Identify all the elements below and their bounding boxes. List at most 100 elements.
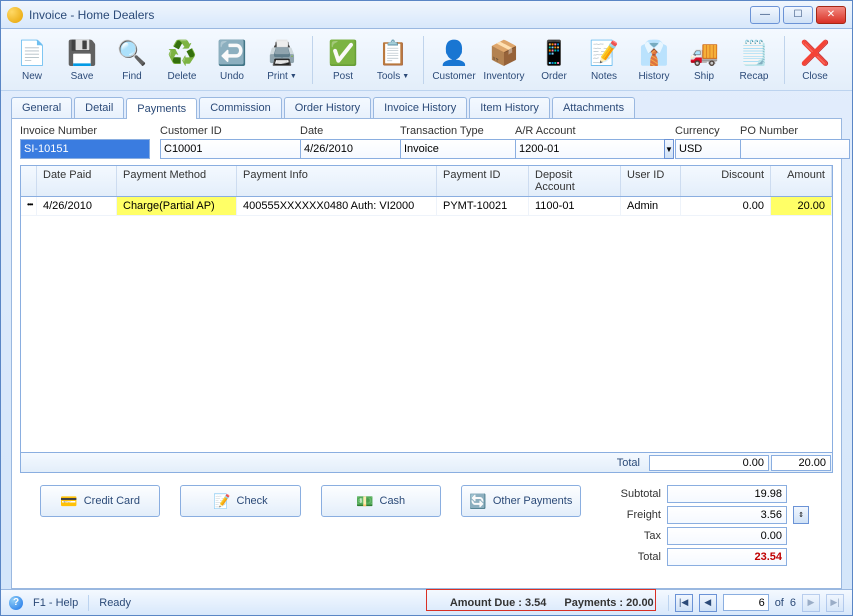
row-selector[interactable]: ••• [21, 197, 37, 215]
tax-value: 0.00 [667, 527, 787, 545]
subtotal-value: 19.98 [667, 485, 787, 503]
invoice-number-input[interactable] [20, 139, 150, 159]
nav-next-button[interactable]: ▶ [802, 594, 820, 612]
total-label: Total [609, 457, 648, 469]
tab-payments[interactable]: Payments [126, 98, 197, 119]
status-bar: ? F1 - Help Ready Amount Due : 3.54 Paym… [1, 589, 852, 615]
customer-button[interactable]: 👤Customer [431, 32, 477, 88]
total-pages: 6 [790, 597, 796, 609]
col-payment-method[interactable]: Payment Method [117, 166, 237, 196]
save-button[interactable]: 💾Save [59, 32, 105, 88]
table-row[interactable]: ••• 4/26/2010 Charge(Partial AP) 400555X… [21, 197, 832, 216]
titlebar: Invoice - Home Dealers — ☐ ✕ [1, 1, 852, 29]
tab-detail[interactable]: Detail [74, 97, 124, 118]
toolbar-separator [423, 36, 424, 84]
history-icon: 👔 [638, 37, 670, 69]
toolbar-separator [312, 36, 313, 84]
cell-user-id: Admin [621, 197, 681, 215]
minimize-button[interactable]: — [750, 6, 780, 24]
po-number-input[interactable] [740, 139, 850, 159]
recap-button[interactable]: 🗒️Recap [731, 32, 777, 88]
status-separator [668, 595, 669, 611]
total-value: 23.54 [667, 548, 787, 566]
ar-account-dropdown[interactable]: ▼ [664, 139, 674, 159]
page-input[interactable] [723, 594, 769, 611]
transaction-type-label: Transaction Type [400, 125, 505, 137]
cell-amount: 20.00 [771, 197, 832, 215]
help-text[interactable]: F1 - Help [33, 597, 78, 609]
undo-icon: ↩️ [216, 37, 248, 69]
inventory-button[interactable]: 📦Inventory [481, 32, 527, 88]
total-label: Total [601, 551, 661, 563]
ship-icon: 🚚 [688, 37, 720, 69]
other-payments-button[interactable]: 🔄Other Payments [461, 485, 581, 517]
cell-payment-id: PYMT-10021 [437, 197, 529, 215]
grid-footer: Total 0.00 20.00 [21, 452, 832, 472]
col-payment-id[interactable]: Payment ID [437, 166, 529, 196]
nav-first-button[interactable]: |◀ [675, 594, 693, 612]
col-amount[interactable]: Amount [771, 166, 832, 196]
toolbar-separator [784, 36, 785, 84]
credit-card-icon: 💳 [60, 493, 77, 510]
date-label: Date [300, 125, 390, 137]
cell-discount: 0.00 [681, 197, 771, 215]
close-window-button[interactable]: ✕ [816, 6, 846, 24]
total-discount: 0.00 [649, 455, 769, 471]
customer-id-input[interactable] [160, 139, 309, 159]
tab-attachments[interactable]: Attachments [552, 97, 635, 118]
check-icon: 📝 [213, 493, 230, 510]
ar-account-input[interactable] [515, 139, 664, 159]
total-amount: 20.00 [771, 455, 831, 471]
find-button[interactable]: 🔍Find [109, 32, 155, 88]
amount-due-text: Amount Due : 3.54 [450, 597, 547, 609]
notes-button[interactable]: 📝Notes [581, 32, 627, 88]
grid-header: Date Paid Payment Method Payment Info Pa… [21, 166, 832, 197]
po-number-label: PO Number [740, 125, 850, 137]
status-separator [88, 595, 89, 611]
tab-order-history[interactable]: Order History [284, 97, 371, 118]
close-button[interactable]: ❌Close [792, 32, 838, 88]
credit-card-button[interactable]: 💳Credit Card [40, 485, 160, 517]
grid-body[interactable]: ••• 4/26/2010 Charge(Partial AP) 400555X… [21, 197, 832, 452]
tools-button[interactable]: 📋Tools▼ [370, 32, 416, 88]
freight-spinner[interactable]: ⇕ [793, 506, 809, 524]
app-icon [7, 7, 23, 23]
subtotal-label: Subtotal [601, 488, 661, 500]
tab-item-history[interactable]: Item History [469, 97, 550, 118]
print-icon: 🖨️ [266, 37, 298, 69]
tab-invoice-history[interactable]: Invoice History [373, 97, 467, 118]
col-discount[interactable]: Discount [681, 166, 771, 196]
history-button[interactable]: 👔History [631, 32, 677, 88]
ready-text: Ready [99, 597, 131, 609]
new-button[interactable]: 📄New [9, 32, 55, 88]
nav-prev-button[interactable]: ◀ [699, 594, 717, 612]
cell-deposit-account: 1100-01 [529, 197, 621, 215]
find-icon: 🔍 [116, 37, 148, 69]
col-deposit-account[interactable]: Deposit Account [529, 166, 621, 196]
new-icon: 📄 [16, 37, 48, 69]
undo-button[interactable]: ↩️Undo [209, 32, 255, 88]
col-user-id[interactable]: User ID [621, 166, 681, 196]
order-button[interactable]: 📱Order [531, 32, 577, 88]
maximize-button[interactable]: ☐ [783, 6, 813, 24]
save-icon: 💾 [66, 37, 98, 69]
close-icon: ❌ [799, 37, 831, 69]
post-button[interactable]: ✅Post [320, 32, 366, 88]
tab-commission[interactable]: Commission [199, 97, 282, 118]
check-button[interactable]: 📝Check [180, 485, 300, 517]
print-button[interactable]: 🖨️Print▼ [259, 32, 305, 88]
col-selector[interactable] [21, 166, 37, 196]
tab-general[interactable]: General [11, 97, 72, 118]
inventory-icon: 📦 [488, 37, 520, 69]
col-date-paid[interactable]: Date Paid [37, 166, 117, 196]
ship-button[interactable]: 🚚Ship [681, 32, 727, 88]
freight-value: 3.56 [667, 506, 787, 524]
col-payment-info[interactable]: Payment Info [237, 166, 437, 196]
help-icon[interactable]: ? [9, 596, 23, 610]
payment-buttons-row: 💳Credit Card 📝Check 💵Cash 🔄Other Payment… [20, 473, 833, 578]
window-title: Invoice - Home Dealers [29, 8, 750, 22]
delete-button[interactable]: ♻️Delete [159, 32, 205, 88]
cash-button[interactable]: 💵Cash [321, 485, 441, 517]
freight-label: Freight [601, 509, 661, 521]
nav-last-button[interactable]: ▶| [826, 594, 844, 612]
